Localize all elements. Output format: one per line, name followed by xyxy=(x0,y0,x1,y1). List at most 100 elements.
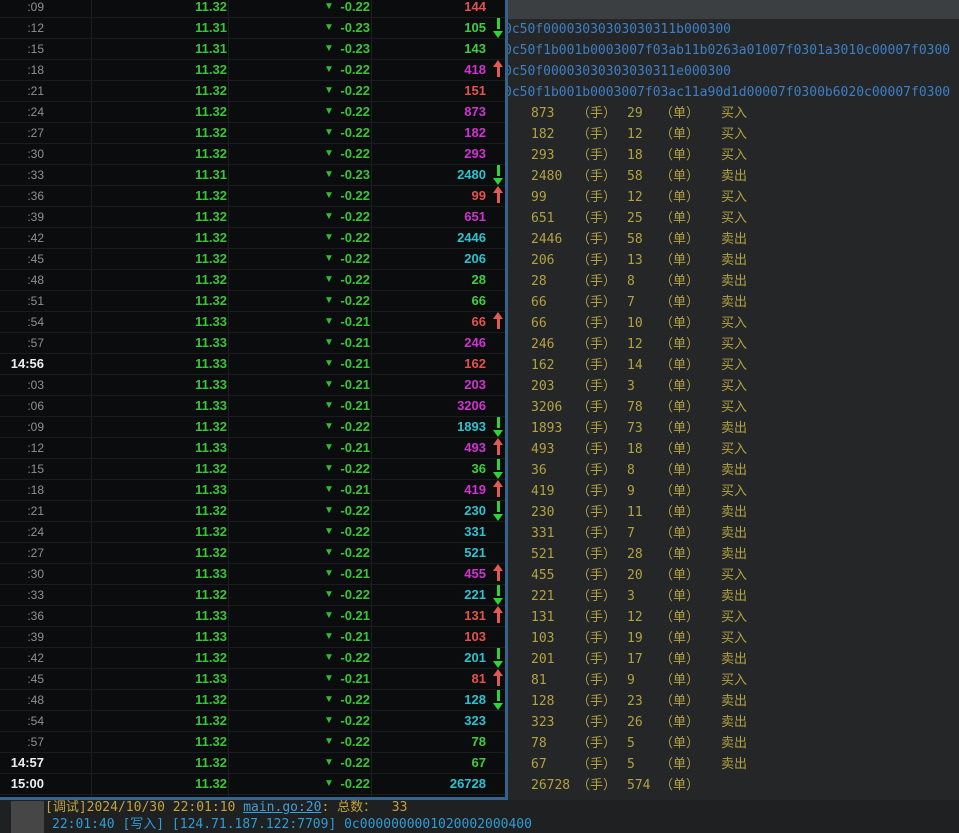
tick-row[interactable]: :06 11.33 ▼ -0.21 3206 xyxy=(0,396,505,417)
tick-row[interactable]: :39 11.32 ▼ -0.22 651 xyxy=(0,207,505,228)
trade-orders-label: （单） xyxy=(660,397,699,418)
trade-volume: 521 xyxy=(531,544,554,565)
down-triangle-icon: ▼ xyxy=(321,375,337,395)
price-direction-arrow xyxy=(493,417,503,437)
down-triangle-icon: ▼ xyxy=(321,564,337,584)
tick-row[interactable]: :42 11.32 ▼ -0.22 2446 xyxy=(0,228,505,249)
tick-row[interactable]: :03 11.33 ▼ -0.21 203 xyxy=(0,375,505,396)
trade-log-line: 419 （手） 9 （单） 买入 xyxy=(508,481,959,502)
trade-orders-label: （单） xyxy=(660,124,699,145)
tick-time: :06 xyxy=(0,396,44,416)
trade-direction: 买入 xyxy=(721,208,747,229)
tick-volume: 66 xyxy=(472,312,486,332)
tick-change: -0.22 xyxy=(340,417,370,437)
trade-lots-label: （手） xyxy=(577,565,616,586)
tick-row[interactable]: :21 11.32 ▼ -0.22 151 xyxy=(0,81,505,102)
tick-row[interactable]: :51 11.32 ▼ -0.22 66 xyxy=(0,291,505,312)
trade-log-line: 66 （手） 10 （单） 买入 xyxy=(508,313,959,334)
tick-row[interactable]: :33 11.31 ▼ -0.23 2480 xyxy=(0,165,505,186)
trade-orders-label: （单） xyxy=(660,271,699,292)
down-triangle-icon: ▼ xyxy=(321,186,337,206)
tick-row[interactable]: :09 11.32 ▼ -0.22 144 xyxy=(0,0,505,18)
tick-price: 11.31 xyxy=(195,165,227,185)
tick-price: 11.32 xyxy=(195,753,227,773)
tick-row[interactable]: :30 11.33 ▼ -0.21 455 xyxy=(0,564,505,585)
tick-change: -0.22 xyxy=(340,501,370,521)
trade-lots-label: （手） xyxy=(577,607,616,628)
tick-row[interactable]: :21 11.32 ▼ -0.22 230 xyxy=(0,501,505,522)
tick-price: 11.33 xyxy=(195,375,227,395)
tick-row[interactable]: :57 11.33 ▼ -0.21 246 xyxy=(0,333,505,354)
tick-row[interactable]: :54 11.32 ▼ -0.22 323 xyxy=(0,711,505,732)
scrollbar-thumb[interactable] xyxy=(11,801,44,833)
tick-time: :54 xyxy=(0,711,44,731)
trade-log-line: 66 （手） 7 （单） 卖出 xyxy=(508,292,959,313)
tick-row[interactable]: :33 11.32 ▼ -0.22 221 xyxy=(0,585,505,606)
tick-row[interactable]: :09 11.32 ▼ -0.22 1893 xyxy=(0,417,505,438)
trade-lots-label: （手） xyxy=(577,481,616,502)
tick-change: -0.22 xyxy=(340,522,370,542)
tick-row[interactable]: :15 11.32 ▼ -0.22 36 xyxy=(0,459,505,480)
tick-change: -0.22 xyxy=(340,144,370,164)
trade-direction: 买入 xyxy=(721,607,747,628)
trade-lots-label: （手） xyxy=(577,145,616,166)
tick-row[interactable]: 14:57 11.32 ▼ -0.22 67 xyxy=(0,753,505,774)
tick-time: :12 xyxy=(0,18,44,38)
tick-volume: 203 xyxy=(464,375,486,395)
tick-price: 11.32 xyxy=(195,291,227,311)
trade-orders-label: （单） xyxy=(660,355,699,376)
tick-row[interactable]: :30 11.32 ▼ -0.22 293 xyxy=(0,144,505,165)
tick-volume: 419 xyxy=(464,480,486,500)
trade-volume: 3206 xyxy=(531,397,562,418)
price-direction-arrow xyxy=(493,690,503,710)
trade-orders: 58 xyxy=(627,229,643,250)
trade-volume: 323 xyxy=(531,712,554,733)
tick-row[interactable]: :54 11.33 ▼ -0.21 66 xyxy=(0,312,505,333)
tick-row[interactable]: 14:56 11.33 ▼ -0.21 162 xyxy=(0,354,505,375)
tick-row[interactable]: :39 11.33 ▼ -0.21 103 xyxy=(0,627,505,648)
tick-change: -0.22 xyxy=(340,0,370,17)
tick-row[interactable]: :18 11.33 ▼ -0.21 419 xyxy=(0,480,505,501)
tick-row[interactable]: :36 11.33 ▼ -0.21 131 xyxy=(0,606,505,627)
tick-row[interactable]: :27 11.32 ▼ -0.22 182 xyxy=(0,123,505,144)
tick-row[interactable]: :12 11.33 ▼ -0.21 493 xyxy=(0,438,505,459)
trade-orders: 9 xyxy=(627,670,635,691)
tick-change: -0.21 xyxy=(340,627,370,647)
tick-change: -0.22 xyxy=(340,186,370,206)
trade-volume: 81 xyxy=(531,670,547,691)
tick-row[interactable]: :15 11.31 ▼ -0.23 143 xyxy=(0,39,505,60)
trade-orders: 9 xyxy=(627,481,635,502)
trade-log-line: 2480 （手） 58 （单） 卖出 xyxy=(508,166,959,187)
tick-change: -0.21 xyxy=(340,438,370,458)
trade-orders: 5 xyxy=(627,733,635,754)
source-link[interactable]: main.go:20 xyxy=(243,800,321,815)
tick-row[interactable]: :45 11.32 ▼ -0.22 206 xyxy=(0,249,505,270)
trade-orders-label: （单） xyxy=(660,691,699,712)
tick-row[interactable]: :45 11.33 ▼ -0.21 81 xyxy=(0,669,505,690)
tick-row[interactable]: :36 11.32 ▼ -0.22 99 xyxy=(0,186,505,207)
tick-volume: 128 xyxy=(464,690,486,710)
tick-row[interactable]: :48 11.32 ▼ -0.22 28 xyxy=(0,270,505,291)
trade-volume: 36 xyxy=(531,460,547,481)
trade-lots-label: （手） xyxy=(577,166,616,187)
tick-row[interactable]: :12 11.31 ▼ -0.23 105 xyxy=(0,18,505,39)
tick-volume: 66 xyxy=(472,291,486,311)
tick-row[interactable]: :48 11.32 ▼ -0.22 128 xyxy=(0,690,505,711)
trade-volume: 28 xyxy=(531,271,547,292)
tick-row[interactable]: 15:00 11.32 ▼ -0.22 26728 xyxy=(0,774,505,795)
trade-orders-label: （单） xyxy=(660,187,699,208)
trade-volume: 201 xyxy=(531,649,554,670)
tick-row[interactable]: :24 11.32 ▼ -0.22 331 xyxy=(0,522,505,543)
tick-volume: 143 xyxy=(464,39,486,59)
tick-change: -0.22 xyxy=(340,207,370,227)
down-triangle-icon: ▼ xyxy=(321,228,337,248)
tick-row[interactable]: :42 11.32 ▼ -0.22 201 xyxy=(0,648,505,669)
tick-row[interactable]: :18 11.32 ▼ -0.22 418 xyxy=(0,60,505,81)
price-direction-arrow xyxy=(493,564,503,584)
tick-row[interactable]: :57 11.32 ▼ -0.22 78 xyxy=(0,732,505,753)
trade-orders: 28 xyxy=(627,544,643,565)
down-triangle-icon: ▼ xyxy=(321,18,337,38)
tick-row[interactable]: :24 11.32 ▼ -0.22 873 xyxy=(0,102,505,123)
tick-row[interactable]: :27 11.32 ▼ -0.22 521 xyxy=(0,543,505,564)
trade-orders: 7 xyxy=(627,292,635,313)
